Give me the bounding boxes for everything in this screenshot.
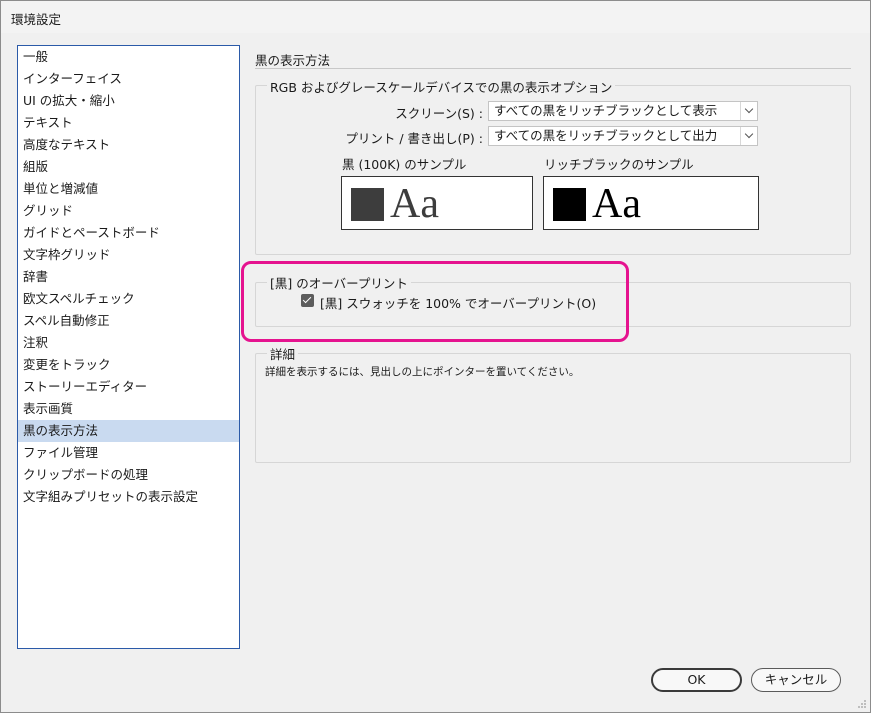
- print-export-select-value: すべての黒をリッチブラックとして出力: [494, 128, 718, 143]
- sample-100k-label: 黒 (100K) のサンプル: [342, 157, 467, 172]
- panel-title: 黒の表示方法: [255, 53, 331, 68]
- cancel-button[interactable]: キャンセル: [751, 668, 841, 692]
- title-bar[interactable]: 環境設定: [1, 1, 870, 33]
- sidebar-item[interactable]: クリップボードの処理: [18, 464, 239, 486]
- sidebar-item[interactable]: 文字枠グリッド: [18, 244, 239, 266]
- sidebar-item[interactable]: 変更をトラック: [18, 354, 239, 376]
- sidebar-item[interactable]: 一般: [18, 46, 239, 68]
- chevron-down-icon: [740, 127, 757, 145]
- category-list[interactable]: 一般 インターフェイス UI の拡大・縮小 テキスト 高度なテキスト 組版 単位と増減値 グリ…: [17, 45, 240, 649]
- sidebar-item[interactable]: テキスト: [18, 112, 239, 134]
- swatch-rich-black: [553, 188, 586, 221]
- screen-label: スクリーン(S) :: [395, 106, 483, 121]
- sample-rich-text: Aa: [592, 181, 641, 227]
- print-export-select[interactable]: すべての黒をリッチブラックとして出力: [488, 126, 758, 146]
- rgb-group-label: RGB およびグレースケールデバイスでの黒の表示オプション: [267, 77, 616, 96]
- sidebar-item[interactable]: ファイル管理: [18, 442, 239, 464]
- sidebar-item[interactable]: UI の拡大・縮小: [18, 90, 239, 112]
- sample-100k-text: Aa: [390, 181, 439, 227]
- screen-select-value: すべての黒をリッチブラックとして表示: [494, 103, 718, 118]
- resize-grip-icon[interactable]: [857, 699, 867, 709]
- swatch-100k: [351, 188, 384, 221]
- panel-divider: [255, 68, 851, 69]
- highlight-annotation: [241, 261, 629, 342]
- sidebar-item[interactable]: 組版: [18, 156, 239, 178]
- sidebar-item[interactable]: 単位と増減値: [18, 178, 239, 200]
- sample-rich-box: Aa: [543, 176, 759, 230]
- sample-100k-box: Aa: [341, 176, 533, 230]
- sidebar-item[interactable]: 黒の表示方法: [18, 420, 239, 442]
- screen-select[interactable]: すべての黒をリッチブラックとして表示: [488, 101, 758, 121]
- window-title: 環境設定: [11, 12, 62, 27]
- ok-button[interactable]: OK: [651, 668, 742, 692]
- chevron-down-icon: [740, 102, 757, 120]
- sidebar-item[interactable]: 表示画質: [18, 398, 239, 420]
- sidebar-item[interactable]: 高度なテキスト: [18, 134, 239, 156]
- sidebar-item[interactable]: ストーリーエディター: [18, 376, 239, 398]
- print-export-label: プリント / 書き出し(P) :: [345, 131, 483, 146]
- detail-text: 詳細を表示するには、見出しの上にポインターを置いてください。: [265, 366, 580, 378]
- sidebar-item[interactable]: 辞書: [18, 266, 239, 288]
- sidebar-item[interactable]: ガイドとペーストボード: [18, 222, 239, 244]
- detail-group-label: 詳細: [267, 344, 299, 363]
- sample-rich-label: リッチブラックのサンプル: [544, 157, 694, 172]
- sidebar-item[interactable]: インターフェイス: [18, 68, 239, 90]
- sidebar-item[interactable]: スペル自動修正: [18, 310, 239, 332]
- sidebar-item[interactable]: 注釈: [18, 332, 239, 354]
- preferences-dialog: 環境設定 一般 インターフェイス UI の拡大・縮小 テキスト 高度なテキスト 組版 単位と…: [0, 0, 871, 713]
- sidebar-item[interactable]: 文字組みプリセットの表示設定: [18, 486, 239, 508]
- sidebar-item[interactable]: グリッド: [18, 200, 239, 222]
- sidebar-item[interactable]: 欧文スペルチェック: [18, 288, 239, 310]
